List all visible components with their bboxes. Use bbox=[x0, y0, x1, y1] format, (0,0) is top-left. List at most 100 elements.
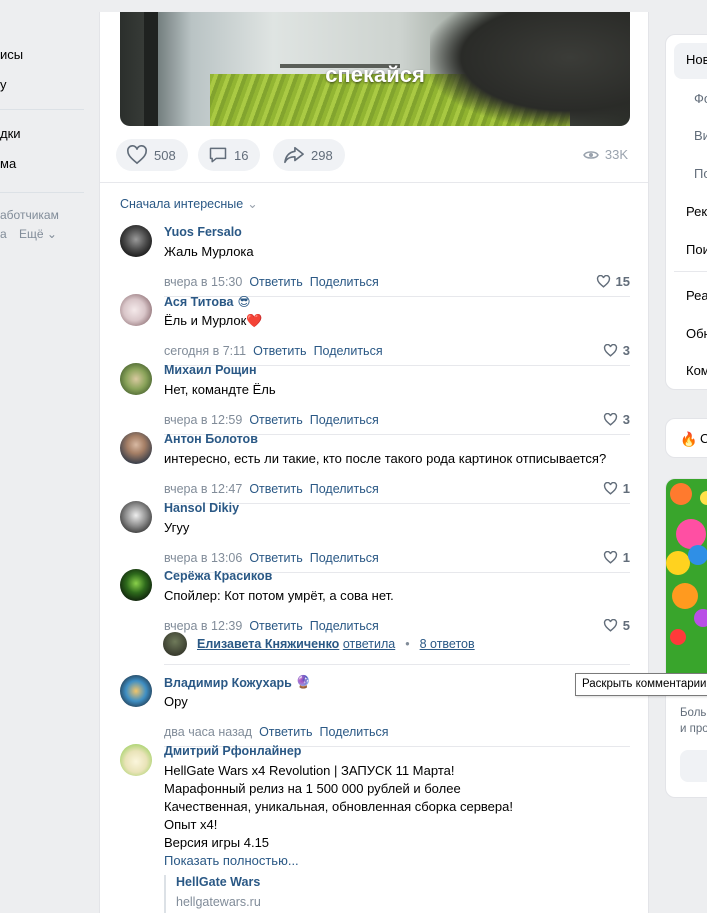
reply-link[interactable]: Ответить bbox=[259, 725, 312, 739]
share-link[interactable]: Поделиться bbox=[314, 344, 383, 358]
menu-subitem[interactable]: По bbox=[694, 166, 707, 181]
flower-shape bbox=[666, 551, 690, 575]
comment-text-line: Качественная, уникальная, обновленная сб… bbox=[164, 799, 513, 814]
views-counter: 33K bbox=[583, 147, 628, 162]
reply-link[interactable]: Ответить bbox=[249, 551, 302, 565]
avatar[interactable] bbox=[120, 501, 152, 533]
avatar[interactable] bbox=[120, 569, 152, 601]
left-nav: исы у дки ма аботчикам а Ещё ⌄ bbox=[0, 0, 95, 913]
comment-like-count: 3 bbox=[622, 412, 630, 427]
reply-link[interactable]: Ответить bbox=[249, 482, 302, 496]
comment-time[interactable]: сегодня в 7:11 bbox=[164, 344, 246, 358]
expand-replies-row[interactable]: Елизавета Княжиченко ответила • 8 ответо… bbox=[163, 632, 475, 656]
show-more-link[interactable]: Показать полностью... bbox=[164, 852, 299, 870]
comment-icon bbox=[209, 147, 227, 163]
comment-time[interactable]: вчера в 12:47 bbox=[164, 482, 242, 496]
flower-shape bbox=[670, 483, 692, 505]
footer-developers-link[interactable]: аботчикам bbox=[0, 208, 59, 222]
like-button[interactable]: 508 bbox=[116, 139, 188, 171]
comments-sort-dropdown[interactable]: Сначала интересные ⌄ bbox=[120, 196, 258, 212]
comment-like-button[interactable]: 1 bbox=[603, 481, 630, 496]
comment-meta: вчера в 12:47 Ответить Поделиться bbox=[164, 482, 386, 496]
comment-author[interactable]: Владимир Кожухарь 🔮 bbox=[164, 675, 311, 690]
menu-subitem[interactable]: Ви bbox=[694, 128, 707, 143]
share-link[interactable]: Поделиться bbox=[310, 551, 379, 565]
share-link[interactable]: Поделиться bbox=[310, 413, 379, 427]
comment-like-button[interactable]: 5 bbox=[603, 618, 630, 633]
comment-time[interactable]: два часа назад bbox=[164, 725, 252, 739]
heart-icon bbox=[127, 145, 147, 165]
reply-author-link[interactable]: Елизавета Княжиченко bbox=[197, 637, 339, 651]
tooltip: Раскрыть комментарии bbox=[575, 673, 707, 696]
menu-item-news[interactable]: Нов bbox=[686, 52, 707, 67]
comment-author[interactable]: Антон Болотов bbox=[164, 432, 258, 446]
comment-like-button[interactable]: 3 bbox=[603, 412, 630, 427]
share-link[interactable]: Поделиться bbox=[310, 619, 379, 633]
avatar[interactable] bbox=[120, 225, 152, 257]
footer-link[interactable]: а bbox=[0, 227, 7, 241]
left-nav-item[interactable]: исы bbox=[0, 47, 23, 62]
comment-author[interactable]: Ася Титова 😎 bbox=[164, 294, 251, 310]
footer-more-link[interactable]: Ещё ⌄ bbox=[19, 227, 57, 241]
left-nav-item[interactable]: у bbox=[0, 77, 7, 92]
comment-author[interactable]: Дмитрий Рфонлайнер bbox=[164, 744, 301, 758]
comment-author[interactable]: Серёжа Красиков bbox=[164, 569, 272, 583]
comment-time[interactable]: вчера в 15:30 bbox=[164, 275, 242, 289]
menu-item[interactable]: Обн bbox=[686, 326, 707, 341]
comment-like-button[interactable]: 1 bbox=[603, 550, 630, 565]
sunglasses-emoji: 😎 bbox=[237, 295, 251, 309]
comment-like-count: 1 bbox=[622, 481, 630, 496]
share-button[interactable]: 298 bbox=[273, 139, 345, 171]
right-trending-card[interactable]: 🔥 С bbox=[665, 418, 707, 458]
reply-link[interactable]: Ответить bbox=[249, 275, 302, 289]
comment-author-name: Дмитрий Рфонлайнер bbox=[164, 744, 302, 758]
trending-label: С bbox=[700, 431, 707, 446]
avatar[interactable] bbox=[120, 363, 152, 395]
reply-link[interactable]: Ответить bbox=[249, 619, 302, 633]
eye-icon bbox=[583, 150, 599, 159]
comment-author[interactable]: Михаил Рощин bbox=[164, 363, 257, 377]
flower-shape bbox=[700, 491, 707, 505]
menu-item[interactable]: Рек bbox=[686, 204, 707, 219]
comment-text: интересно, есть ли такие, кто после тако… bbox=[164, 451, 607, 466]
avatar[interactable] bbox=[120, 294, 152, 326]
avatar[interactable] bbox=[120, 675, 152, 707]
menu-item[interactable]: Ком bbox=[686, 363, 707, 378]
flower-shape bbox=[676, 519, 706, 549]
comment-text: Ёль и Мурлок❤️ bbox=[164, 312, 262, 330]
chevron-down-icon: ⌄ bbox=[46, 227, 57, 241]
replies-count-link[interactable]: 8 ответов bbox=[420, 637, 475, 651]
left-nav-item[interactable]: дки bbox=[0, 126, 21, 141]
menu-subitem[interactable]: Фо bbox=[694, 91, 707, 106]
right-ad-card[interactable]: Боль и про bbox=[665, 478, 707, 798]
heart-icon bbox=[596, 275, 610, 288]
comment-author[interactable]: Yuos Fersalo bbox=[164, 225, 242, 239]
ad-button[interactable] bbox=[680, 750, 707, 782]
comment-button[interactable]: 16 bbox=[198, 139, 261, 171]
menu-item[interactable]: Реа bbox=[686, 288, 707, 303]
share-link[interactable]: Поделиться bbox=[320, 725, 389, 739]
comment-like-button[interactable]: 15 bbox=[596, 274, 630, 289]
comment-like-button[interactable]: 3 bbox=[603, 343, 630, 358]
menu-item[interactable]: Пои bbox=[686, 242, 707, 257]
comment-text-body: Ёль и Мурлок bbox=[164, 313, 247, 328]
flower-shape bbox=[694, 609, 707, 627]
avatar[interactable] bbox=[120, 744, 152, 776]
photo-caption: спекайся bbox=[325, 62, 425, 87]
comment-time[interactable]: вчера в 12:39 bbox=[164, 619, 242, 633]
reply-link[interactable]: Ответить bbox=[253, 344, 306, 358]
comment-text-line: Опыт x4! bbox=[164, 817, 218, 832]
comment-like-count: 3 bbox=[622, 343, 630, 358]
avatar[interactable] bbox=[120, 432, 152, 464]
comment-meta: вчера в 13:06 Ответить Поделиться bbox=[164, 551, 386, 565]
reply-link[interactable]: Ответить bbox=[249, 413, 302, 427]
comment-time[interactable]: вчера в 12:59 bbox=[164, 413, 242, 427]
share-link[interactable]: Поделиться bbox=[310, 482, 379, 496]
comment-author[interactable]: Hansol Dikiy bbox=[164, 501, 239, 515]
post-photo[interactable]: спекайся bbox=[120, 12, 630, 126]
comment-time[interactable]: вчера в 13:06 bbox=[164, 551, 242, 565]
link-snippet[interactable]: HellGate Wars hellgatewars.ru bbox=[164, 875, 261, 913]
menu-divider bbox=[674, 271, 707, 272]
share-link[interactable]: Поделиться bbox=[310, 275, 379, 289]
left-nav-item[interactable]: ма bbox=[0, 156, 16, 171]
